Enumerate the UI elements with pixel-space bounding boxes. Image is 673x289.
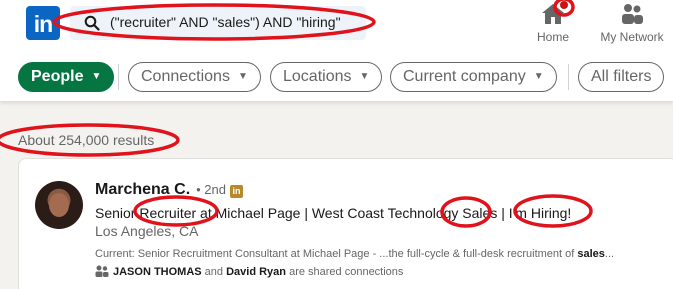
shared-connection-name: David Ryan — [226, 266, 287, 278]
current-position-highlight: sales — [577, 248, 605, 260]
nav-home[interactable]: Home — [533, 0, 573, 44]
nav-home-label: Home — [536, 30, 569, 44]
caret-down-icon: ▼ — [359, 71, 370, 82]
results-count: About 254,000 results — [18, 132, 155, 148]
result-current-position: Current: Senior Recruitment Consultant a… — [95, 248, 660, 260]
people-filter-button[interactable]: People ▼ — [18, 62, 115, 92]
filter-divider — [118, 64, 119, 90]
all-filters-label: All filters — [591, 68, 652, 85]
search-result-card: Marchena C. • 2nd in Senior Recruiter at M… — [18, 158, 673, 289]
linkedin-premium-badge-icon: in — [230, 185, 243, 198]
locations-filter-label: Locations — [283, 68, 352, 85]
top-nav: in ("recruiter" AND "sales") AND "hiring… — [0, 0, 673, 52]
home-icon — [540, 0, 570, 26]
search-query-text: ("recruiter" AND "sales") AND "hiring" — [110, 14, 341, 30]
network-icon — [619, 2, 645, 26]
shared-connection-name: JASON THOMAS — [113, 266, 202, 278]
shared-connections-and: and — [201, 266, 227, 278]
shared-connections[interactable]: JASON THOMAS and David Ryan are shared c… — [95, 265, 403, 278]
filter-bar: People ▼ Connections ▼ Locations ▼ Current … — [0, 52, 673, 102]
nav-my-network-label: My Network — [600, 30, 664, 44]
connection-degree: • 2nd — [196, 182, 226, 197]
notification-badge — [558, 0, 570, 11]
search-input[interactable]: ("recruiter" AND "sales") AND "hiring" — [70, 6, 366, 40]
all-filters-button[interactable]: All filters — [578, 62, 665, 92]
current-company-filter-label: Current company — [403, 68, 526, 85]
current-position-text: Current: Senior Recruitment Consultant a… — [95, 248, 578, 260]
search-icon — [84, 15, 100, 31]
shared-connections-suffix: are shared connections — [286, 266, 404, 278]
linkedin-logo[interactable]: in — [26, 6, 60, 40]
result-name-link[interactable]: Marchena C. — [95, 181, 190, 198]
caret-down-icon: ▼ — [237, 71, 248, 82]
result-headline: Senior Recruiter at Michael Page | West … — [95, 205, 572, 221]
shared-connections-icon — [95, 265, 109, 277]
people-filter-label: People — [31, 68, 84, 85]
result-name-row: Marchena C. • 2nd in — [95, 181, 243, 199]
connections-filter-label: Connections — [141, 68, 230, 85]
connections-filter-button[interactable]: Connections ▼ — [128, 62, 261, 92]
caret-down-icon: ▼ — [533, 71, 544, 82]
current-company-filter-button[interactable]: Current company ▼ — [390, 62, 557, 92]
avatar[interactable] — [35, 181, 83, 229]
locations-filter-button[interactable]: Locations ▼ — [270, 62, 383, 92]
nav-my-network[interactable]: My Network — [596, 2, 668, 44]
filter-divider — [568, 64, 569, 90]
caret-down-icon: ▼ — [91, 71, 102, 82]
result-location: Los Angeles, CA — [95, 223, 199, 239]
current-position-ellipsis: ... — [604, 248, 615, 260]
